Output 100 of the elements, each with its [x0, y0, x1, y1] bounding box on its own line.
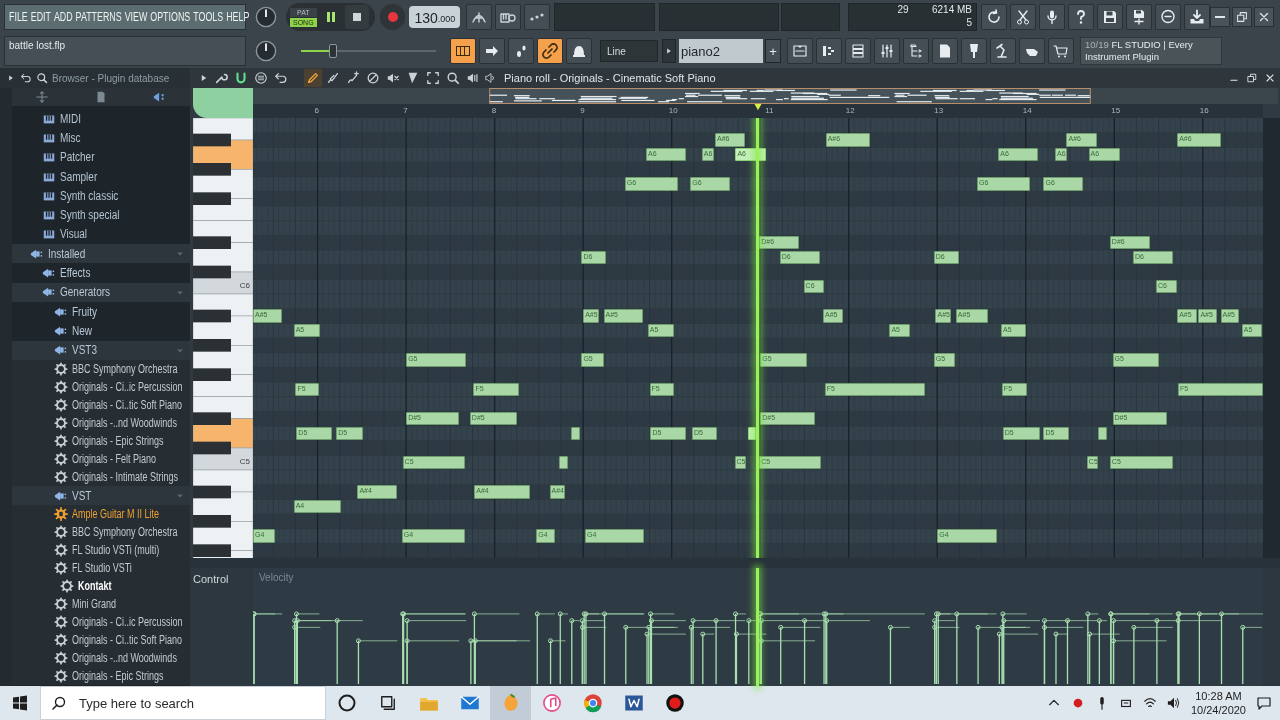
clock-time[interactable]: 10:28 AM [1190, 689, 1246, 703]
toolbar-button[interactable] [961, 38, 987, 64]
tree-item[interactable]: FL Studio VSTi [12, 559, 190, 578]
tree-item[interactable]: VST3 [12, 340, 190, 360]
tree-item[interactable]: FL Studio VSTi (multi) [12, 541, 190, 560]
menu-item[interactable]: TOOLS [193, 10, 224, 24]
zoom-icon [446, 71, 460, 85]
toolbar-button[interactable] [1010, 4, 1036, 30]
tool-button[interactable] [304, 69, 322, 87]
note-block[interactable] [570, 426, 580, 441]
gear-icon [54, 615, 68, 630]
menu-item[interactable]: ADD [53, 10, 73, 24]
gear-icon [54, 415, 68, 430]
toolbar-button[interactable] [466, 4, 493, 30]
control-label[interactable]: Control [193, 568, 253, 686]
menu-item[interactable]: FILE [9, 10, 28, 24]
tool-button[interactable] [424, 69, 442, 87]
volume-knob-icon[interactable] [255, 6, 277, 28]
tree-item[interactable]: BBC Symphony Orchestra [12, 523, 190, 542]
tree-item[interactable]: Originals - Epic Strings [12, 667, 190, 686]
tree-item[interactable]: Installed [12, 244, 190, 264]
record-button[interactable] [379, 4, 406, 30]
close-icon [1257, 10, 1271, 24]
scrollbar[interactable] [1263, 118, 1280, 558]
toggle-button[interactable] [566, 38, 592, 64]
volume-icon[interactable] [1166, 696, 1181, 710]
toolbar-button[interactable] [1126, 4, 1152, 30]
toolbar-button[interactable] [903, 38, 929, 64]
tree-item[interactable]: Originals - Ci..ic Percussion [12, 613, 190, 632]
toolbar-button[interactable] [495, 4, 522, 30]
close-button[interactable] [1254, 7, 1274, 27]
bar-number: 11 [765, 106, 774, 115]
tree-item[interactable]: Originals -..nd Woodwinds [12, 649, 190, 668]
bar-number: 12 [845, 106, 855, 115]
circle-icon [336, 693, 357, 713]
clock-date[interactable]: 10/24/2020 [1190, 703, 1246, 717]
bar-number: 6 [314, 106, 320, 115]
toggle-button[interactable] [450, 38, 476, 64]
note-block[interactable] [1098, 426, 1108, 441]
note-block[interactable] [559, 455, 569, 470]
tree-item[interactable]: Generators [12, 282, 190, 302]
browser-icon [582, 693, 603, 713]
download-icon [1189, 9, 1205, 25]
toggle-button[interactable] [479, 38, 505, 64]
scrollbar[interactable] [0, 88, 12, 686]
link-icon [542, 43, 558, 59]
menu-item[interactable]: PATTERNS [75, 10, 122, 24]
song-overview-drawing[interactable] [253, 88, 1278, 104]
memory-reading: 6214 MB [930, 4, 973, 17]
toolbar-button[interactable] [990, 38, 1016, 64]
piano-keyboard-drawing[interactable] [193, 118, 253, 558]
toolbar-button[interactable] [845, 38, 871, 64]
tree-item[interactable]: Originals - Ci..tic Soft Piano [12, 631, 190, 650]
toolbar-button[interactable] [787, 38, 813, 64]
toolbar-button[interactable] [816, 38, 842, 64]
toggle-button[interactable] [537, 38, 563, 64]
toolbar-button[interactable] [1048, 38, 1074, 64]
menu-item[interactable]: EDIT [30, 10, 51, 24]
search-bar[interactable]: Type here to search [40, 686, 326, 720]
stop-button[interactable] [344, 5, 369, 29]
toolbar-button[interactable] [874, 38, 900, 64]
restore-button[interactable] [1232, 7, 1252, 27]
tempo-display[interactable]: 130.000 [409, 6, 461, 28]
toggle-button[interactable] [508, 38, 534, 64]
notification-icon[interactable] [1256, 695, 1272, 711]
toolbar-button[interactable] [932, 38, 958, 64]
tree-item[interactable]: Kontakt [12, 577, 190, 596]
wifi-icon[interactable] [1142, 696, 1157, 710]
bar-number: 15 [1111, 106, 1121, 115]
master-slider[interactable] [301, 44, 436, 58]
project-name: battle lost.flp [4, 36, 246, 66]
move-icon[interactable] [34, 90, 49, 104]
menu-item[interactable]: VIEW [124, 10, 148, 24]
toolbar-button[interactable] [981, 4, 1007, 30]
brush-icon [326, 71, 340, 85]
add-pattern-button[interactable]: + [765, 39, 781, 63]
menu-item[interactable]: OPTIONS [150, 10, 191, 24]
slider-thumb[interactable] [329, 44, 338, 58]
toolbar-button[interactable] [1019, 38, 1045, 64]
toolbar-button[interactable] [1039, 4, 1065, 30]
toolbar-button[interactable] [1068, 4, 1094, 30]
gear-icon [54, 433, 68, 448]
tree-item[interactable]: Ample Guitar M II Lite [12, 505, 190, 524]
pattern-field[interactable]: piano2 [679, 39, 763, 63]
snap-dropdown[interactable]: Line [600, 40, 658, 62]
toolbar-button[interactable] [1155, 4, 1181, 30]
tree-item[interactable]: Mini Grand [12, 595, 190, 614]
minimize-button[interactable] [1210, 7, 1230, 27]
back-icon[interactable] [20, 72, 32, 84]
tree-item[interactable]: VST [12, 485, 190, 506]
restore-icon[interactable] [1246, 72, 1258, 84]
menu-item[interactable]: HELP [226, 10, 250, 24]
note-block[interactable] [747, 426, 756, 441]
toolbar-button[interactable] [1097, 4, 1123, 30]
search-icon[interactable] [36, 72, 48, 84]
menu-button[interactable] [252, 69, 270, 87]
pitch-knob-icon[interactable] [255, 40, 277, 62]
search-field[interactable]: Type here to search [77, 694, 301, 712]
toolbar-button[interactable] [1184, 4, 1210, 30]
close-icon[interactable] [1264, 72, 1276, 84]
